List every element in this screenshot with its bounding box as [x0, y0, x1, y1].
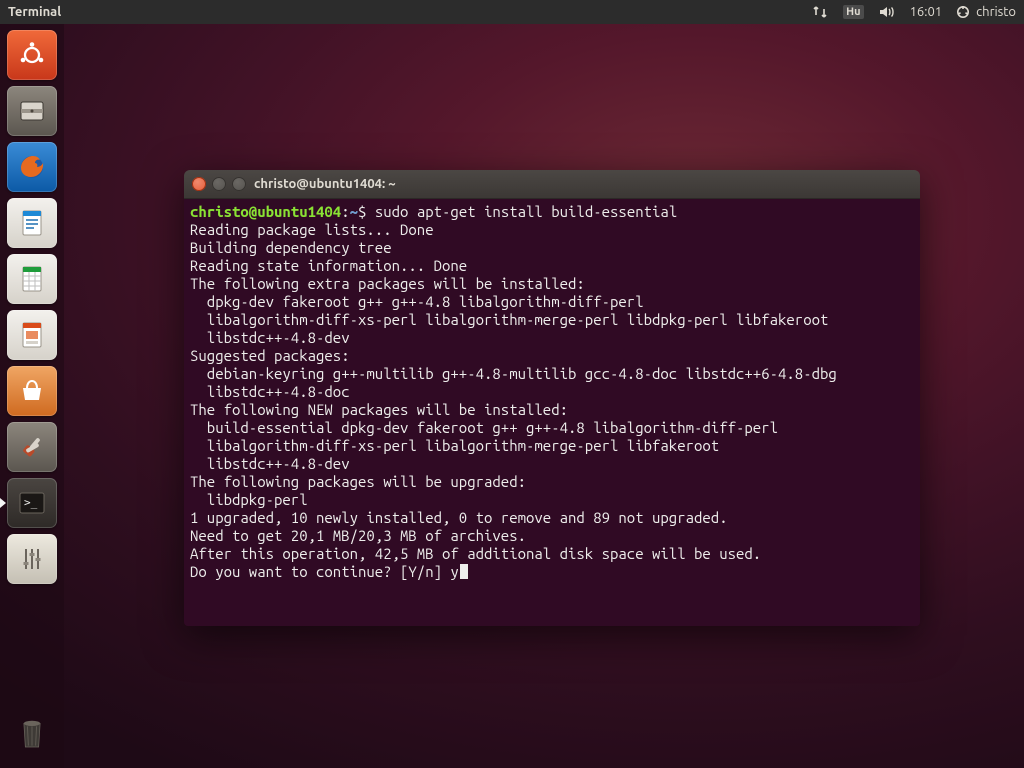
launcher-trash[interactable]: [7, 708, 57, 758]
window-title: christo@ubuntu1404: ~: [254, 177, 396, 191]
cursor: [460, 564, 468, 579]
session-indicator[interactable]: christo: [956, 5, 1016, 19]
launcher-files[interactable]: [7, 86, 57, 136]
network-indicator[interactable]: [811, 5, 829, 19]
svg-text:>_: >_: [24, 496, 38, 509]
terminal-body[interactable]: christo@ubuntu1404:~$ sudo apt-get insta…: [184, 199, 920, 626]
sound-indicator[interactable]: [878, 5, 896, 19]
window-titlebar[interactable]: christo@ubuntu1404: ~: [184, 170, 920, 199]
launcher-writer[interactable]: [7, 198, 57, 248]
launcher-settings[interactable]: [7, 422, 57, 472]
command-text: sudo apt-get install build-essential: [375, 203, 677, 220]
prompt-path: ~: [350, 203, 358, 220]
window-close-button[interactable]: [192, 177, 206, 191]
launcher-impress[interactable]: [7, 310, 57, 360]
launcher: >_: [0, 24, 64, 768]
terminal-output: Reading package lists... Done Building d…: [190, 221, 837, 580]
window-minimize-button[interactable]: [212, 177, 226, 191]
clock[interactable]: 16:01: [910, 5, 943, 19]
active-app-label[interactable]: Terminal: [8, 5, 61, 19]
launcher-terminal[interactable]: >_: [7, 478, 57, 528]
top-panel: Terminal Hu 16:01 christo: [0, 0, 1024, 24]
window-maximize-button[interactable]: [232, 177, 246, 191]
terminal-window: christo@ubuntu1404: ~ christo@ubuntu1404…: [184, 170, 920, 626]
launcher-calc[interactable]: [7, 254, 57, 304]
launcher-sound-settings[interactable]: [7, 534, 57, 584]
keyboard-indicator[interactable]: Hu: [843, 5, 863, 19]
prompt-user: christo@ubuntu1404: [190, 203, 341, 220]
launcher-software-center[interactable]: [7, 366, 57, 416]
launcher-dash[interactable]: [7, 30, 57, 80]
launcher-firefox[interactable]: [7, 142, 57, 192]
